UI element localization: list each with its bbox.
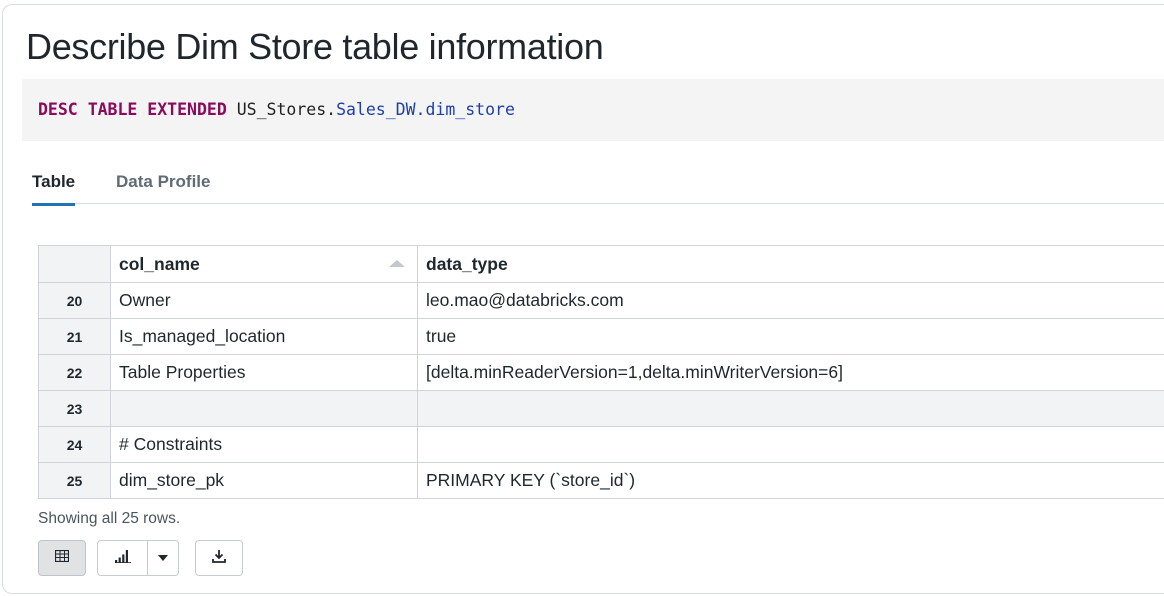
cell-col-name[interactable]: dim_store_pk — [111, 463, 418, 498]
bar-chart-icon — [114, 549, 131, 568]
download-icon — [212, 549, 226, 568]
row-index: 20 — [39, 283, 111, 318]
cell-col-name[interactable]: Owner — [111, 283, 418, 318]
row-index: 23 — [39, 391, 111, 426]
sql-dot: . — [326, 100, 337, 119]
add-visualization-group — [97, 540, 179, 576]
cell-col-name[interactable] — [111, 391, 418, 426]
cell-data-type[interactable]: true — [418, 319, 1164, 354]
column-header-label: col_name — [119, 253, 200, 274]
row-index-header — [39, 246, 111, 282]
row-index: 22 — [39, 355, 111, 390]
table-header-row: col_name data_type — [39, 246, 1164, 283]
table-row: 20 Owner leo.mao@databricks.com — [39, 283, 1164, 319]
row-index: 21 — [39, 319, 111, 354]
sql-keyword: EXTENDED — [147, 100, 227, 119]
table-row: 24 # Constraints — [39, 427, 1164, 463]
sql-keyword: DESC — [38, 100, 78, 119]
code-editor[interactable]: DESC TABLE EXTENDED US_Stores.Sales_DW.d… — [22, 79, 1164, 141]
sql-keyword: TABLE — [87, 100, 138, 119]
cell-title: Describe Dim Store table information — [26, 26, 604, 67]
result-tabs: Table Data Profile — [32, 168, 1164, 206]
chevron-down-icon — [158, 555, 168, 561]
row-index: 24 — [39, 427, 111, 462]
tab-table[interactable]: Table — [32, 172, 76, 206]
results-table: col_name data_type 20 Owner leo.mao@data… — [38, 245, 1164, 499]
cell-data-type[interactable]: [delta.minReaderVersion=1,delta.minWrite… — [418, 355, 1164, 390]
cell-col-name[interactable]: Table Properties — [111, 355, 418, 390]
column-header-data-type[interactable]: data_type — [418, 246, 1164, 282]
table-row: 21 Is_managed_location true — [39, 319, 1164, 355]
visualization-dropdown-button[interactable] — [148, 541, 178, 575]
table-view-button[interactable] — [38, 540, 86, 576]
sql-catalog: US_Stores — [236, 100, 327, 119]
download-button[interactable] — [195, 540, 243, 576]
sql-schema-table: Sales_DW.dim_store — [336, 100, 515, 119]
cell-data-type[interactable] — [418, 427, 1164, 462]
table-view-icon — [54, 549, 70, 567]
cell-data-type[interactable]: leo.mao@databricks.com — [418, 283, 1164, 318]
cell-data-type[interactable] — [418, 391, 1164, 426]
sort-ascending-icon[interactable] — [389, 260, 405, 267]
cell-col-name[interactable]: # Constraints — [111, 427, 418, 462]
table-row: 22 Table Properties [delta.minReaderVers… — [39, 355, 1164, 391]
row-index: 25 — [39, 463, 111, 498]
cell-col-name[interactable]: Is_managed_location — [111, 319, 418, 354]
table-row: 23 — [39, 391, 1164, 427]
table-row: 25 dim_store_pk PRIMARY KEY (`store_id`) — [39, 463, 1164, 499]
tab-data-profile[interactable]: Data Profile — [116, 172, 210, 203]
column-header-col-name[interactable]: col_name — [111, 246, 418, 282]
cell-data-type[interactable]: PRIMARY KEY (`store_id`) — [418, 463, 1164, 498]
row-count-text: Showing all 25 rows. — [38, 510, 181, 527]
add-visualization-button[interactable] — [98, 541, 148, 575]
